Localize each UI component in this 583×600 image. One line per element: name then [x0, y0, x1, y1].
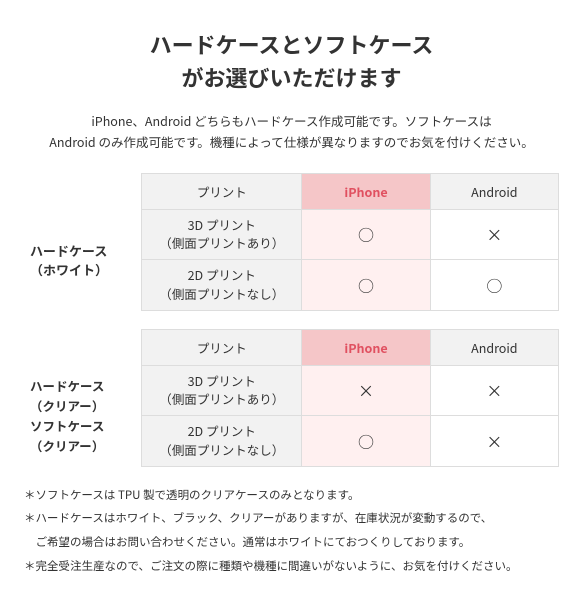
- table2-row2-android: ×: [430, 416, 558, 467]
- note-4: ＊完全受注生産なので、ご注文の際に種類や機種に間違いがないように、お気を付けくだ…: [24, 556, 559, 578]
- table2-row2-label: 2D プリント （側面プリントなし）: [142, 416, 302, 467]
- note-1: ＊ソフトケースは TPU 製で透明のクリアケースのみとなります。: [24, 485, 559, 507]
- table1-row1-iphone: ○: [302, 209, 430, 260]
- table2-wrapper: プリント iPhone Android ハードケース （クリアー） ソフトケース…: [24, 329, 559, 467]
- table2-section-label: [24, 329, 142, 365]
- table2-col-iphone: iPhone: [302, 329, 430, 365]
- table2-row1-iphone: ×: [302, 365, 430, 416]
- table1-col-android: Android: [430, 173, 558, 209]
- table1-row2-android: ○: [430, 260, 558, 311]
- table2-row1-android: ×: [430, 365, 558, 416]
- note-3: ご希望の場合はお問い合わせください。通常はホワイトにておつくりしております。: [24, 532, 559, 554]
- table1-col-print: プリント: [142, 173, 302, 209]
- note-2: ＊ハードケースはホワイト、ブラック、クリアーがありますが、在庫状況が変動するので…: [24, 508, 559, 530]
- table1-col-iphone: iPhone: [302, 173, 430, 209]
- table1-wrapper: プリント iPhone Android ハードケース （ホワイト） 3D プリン…: [24, 173, 559, 311]
- table1-row2-iphone: ○: [302, 260, 430, 311]
- table1-row1-android: ×: [430, 209, 558, 260]
- subtitle: iPhone、Android どちらもハードケース作成可能です。ソフトケースはA…: [24, 110, 559, 153]
- table2-col-print: プリント: [142, 329, 302, 365]
- main-title: ハードケースとソフトケース がお選びいただけます: [24, 28, 559, 94]
- table2-row2-iphone: ○: [302, 416, 430, 467]
- notes-section: ＊ソフトケースは TPU 製で透明のクリアケースのみとなります。 ＊ハードケース…: [24, 485, 559, 578]
- table1-row-section: ハードケース （ホワイト）: [24, 209, 142, 310]
- table1-row1-label: 3D プリント （側面プリントあり）: [142, 209, 302, 260]
- table2-col-android: Android: [430, 329, 558, 365]
- table2-row-section: ハードケース （クリアー） ソフトケース （クリアー）: [24, 365, 142, 466]
- table2-row1-label: 3D プリント （側面プリントあり）: [142, 365, 302, 416]
- table1-row2-label: 2D プリント （側面プリントなし）: [142, 260, 302, 311]
- table1-section-label: [24, 173, 142, 209]
